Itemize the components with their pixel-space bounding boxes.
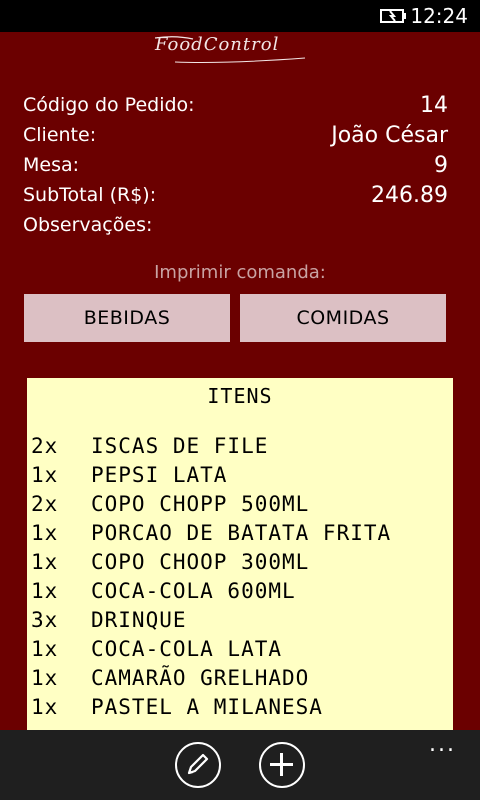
list-item: 2x ISCAS DE FILE xyxy=(31,434,268,463)
item-name: PEPSI LATA xyxy=(91,463,228,487)
subtotal-row: SubTotal (R$): 246.89 xyxy=(23,183,448,214)
subtotal-value: 246.89 xyxy=(371,183,448,208)
more-icon[interactable]: ... xyxy=(429,732,456,757)
add-button[interactable] xyxy=(259,742,305,788)
item-qty: 1x xyxy=(31,550,59,574)
print-label: Imprimir comanda: xyxy=(154,262,326,283)
status-clock: 12:24 xyxy=(410,4,468,28)
item-qty: 1x xyxy=(31,637,59,661)
add-icon xyxy=(270,753,293,776)
edit-button[interactable] xyxy=(175,742,221,788)
list-item: 3x DRINQUE xyxy=(31,608,187,637)
order-code-value: 14 xyxy=(420,93,448,118)
list-item: 1x PEPSI LATA xyxy=(31,463,227,492)
client-row: Cliente: João César xyxy=(23,123,448,154)
list-item: 1x COCA-COLA 600ML xyxy=(31,579,296,608)
app-bar: ... xyxy=(0,730,480,800)
item-name: COCA-COLA 600ML xyxy=(91,579,296,603)
subtotal-label: SubTotal (R$): xyxy=(23,184,157,206)
item-name: PORCAO DE BATATA FRITA xyxy=(91,521,392,545)
table-label: Mesa: xyxy=(23,154,80,176)
client-label: Cliente: xyxy=(23,124,97,146)
item-qty: 2x xyxy=(31,434,59,458)
order-code-row: Código do Pedido: 14 xyxy=(23,93,448,124)
item-qty: 2x xyxy=(31,492,59,516)
list-item: 1x COCA-COLA LATA xyxy=(31,637,282,666)
logo-text: FoodControl xyxy=(155,34,280,55)
item-name: COPO CHOPP 500ML xyxy=(91,492,310,516)
item-name: COCA-COLA LATA xyxy=(91,637,283,661)
table-value: 9 xyxy=(434,153,448,178)
print-drinks-button[interactable]: BEBIDAS xyxy=(24,294,230,342)
item-name: ISCAS DE FILE xyxy=(91,434,269,458)
item-qty: 1x xyxy=(31,695,59,719)
item-qty: 3x xyxy=(31,608,59,632)
list-item: 1x COPO CHOOP 300ML xyxy=(31,550,309,579)
receipt-title: ITENS xyxy=(207,384,273,408)
notes-row: Observações: xyxy=(23,214,448,244)
item-name: COPO CHOOP 300ML xyxy=(91,550,310,574)
notes-label: Observações: xyxy=(23,214,153,236)
battery-charging-icon xyxy=(380,9,406,23)
app-logo: FoodControl xyxy=(0,32,480,72)
item-name: PASTEL A MILANESA xyxy=(91,695,323,719)
list-item: 2x COPO CHOPP 500ML xyxy=(31,492,309,521)
print-food-button[interactable]: COMIDAS xyxy=(240,294,446,342)
order-code-label: Código do Pedido: xyxy=(23,94,195,116)
item-qty: 1x xyxy=(31,521,59,545)
client-value: João César xyxy=(331,123,448,148)
item-name: DRINQUE xyxy=(91,608,187,632)
list-item: 1x PASTEL A MILANESA xyxy=(31,695,323,724)
table-row: Mesa: 9 xyxy=(23,153,448,184)
item-qty: 1x xyxy=(31,579,59,603)
status-bar: 12:24 xyxy=(0,0,480,32)
item-name: CAMARÃO GRELHADO xyxy=(91,666,310,690)
receipt-panel[interactable]: ITENS 2x ISCAS DE FILE 1x PEPSI LATA 2x COP… xyxy=(27,378,453,730)
list-item: 1x PORCAO DE BATATA FRITA xyxy=(31,521,391,550)
list-item: 1x CAMARÃO GRELHADO xyxy=(31,666,309,695)
item-qty: 1x xyxy=(31,666,59,690)
item-qty: 1x xyxy=(31,463,59,487)
edit-icon xyxy=(187,753,209,775)
